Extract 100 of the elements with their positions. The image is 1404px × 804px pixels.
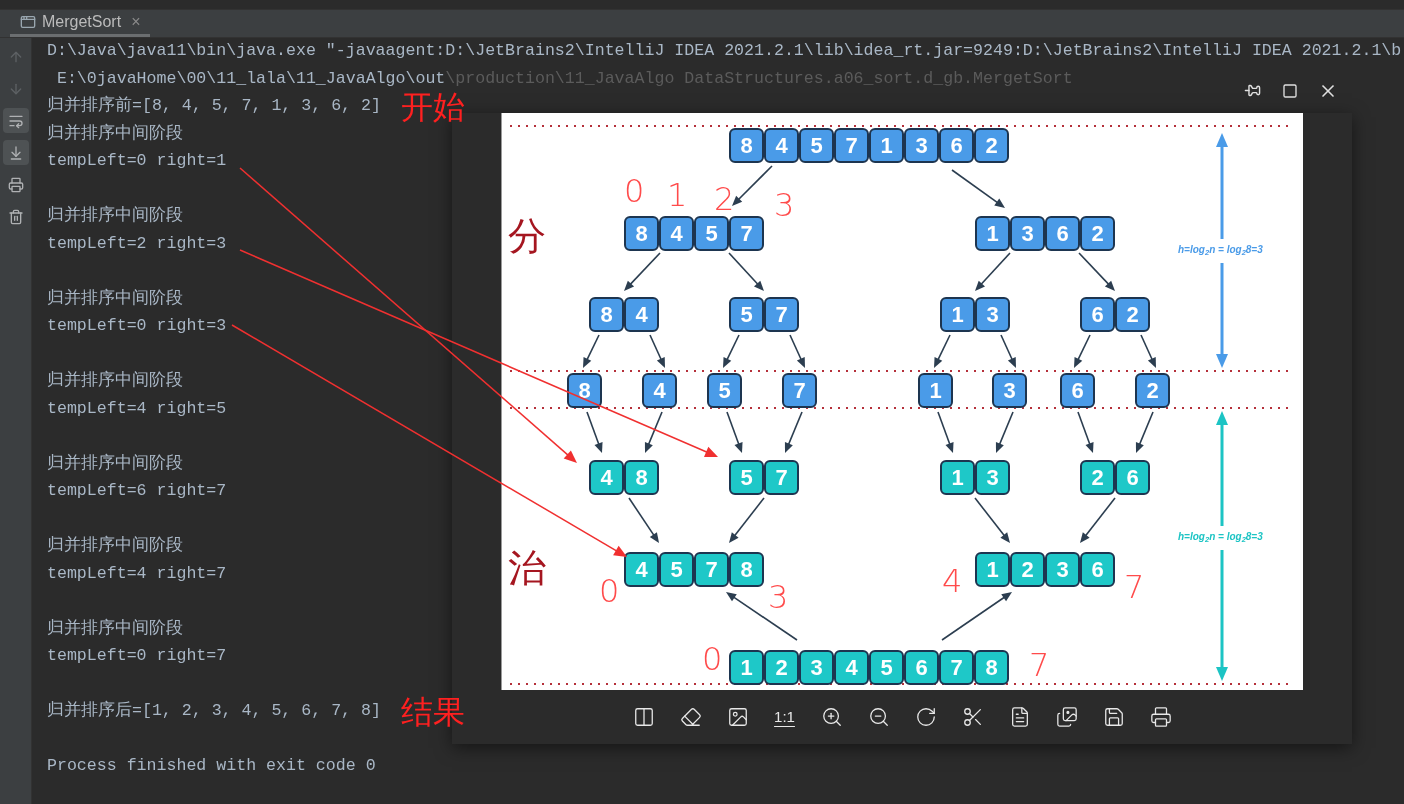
height-formula: h=log$_{2}$n = log$_{2}$8=3 [1178,245,1263,255]
array-cell: 3 [975,460,1010,495]
annotation-text: 开始 [400,90,465,123]
tree-arrow [1074,334,1091,368]
array-cell: 6 [1045,216,1080,251]
tree-arrow [951,169,1005,208]
array-cell: 5 [659,552,694,587]
tab-title: MergetSort [42,12,122,32]
tree-arrow [995,411,1014,453]
array-cell: 2 [1135,373,1170,408]
array-cell: 4 [659,216,694,251]
console-tool-button[interactable] [2,108,29,133]
handwritten-number: 7 [1124,571,1145,603]
trash-icon [7,208,24,225]
tree-arrow [728,252,764,291]
array-cell: 5 [869,650,904,685]
tree-arrow [789,334,805,368]
tab-close[interactable]: × [131,10,141,34]
console-line: 归并排序中间阶段 [47,369,183,393]
array-cell: 3 [1045,552,1080,587]
tree-arrow [974,497,1010,543]
tree-arrow [729,497,765,543]
handwritten-number: 7 [1029,649,1050,681]
merge-label: 治 [508,549,546,587]
array-cell: 4 [624,297,659,332]
tree-arrow [941,592,1012,641]
array-cell: 1 [975,552,1010,587]
array-cell: 8 [729,552,764,587]
tree-arrow [628,497,659,543]
console-line: tempLeft=0 right=7 [47,645,227,668]
rotate-icon [914,706,937,728]
handwritten-number: 0 [599,575,620,607]
handwritten-number: 2 [714,183,735,215]
handwritten-number: 4 [942,565,963,597]
array-cell: 3 [992,373,1027,408]
array-cell: 2 [1010,552,1045,587]
tree-arrow [975,252,1011,291]
tree-arrow [1080,497,1116,543]
tree-arrow [1135,411,1154,453]
array-cell: 1 [940,460,975,495]
array-cell: 5 [729,460,764,495]
handwritten-number: 0 [624,175,645,207]
tree-arrow [1078,252,1115,291]
array-cell: 8 [624,216,659,251]
array-cell: 7 [694,552,729,587]
tree-arrow [1077,411,1094,453]
tree-arrow [937,411,954,453]
console-line: 归并排序后=[1, 2, 3, 4, 5, 6, 7, 8] [47,699,381,723]
array-cell: 2 [764,650,799,685]
console-tool-button[interactable] [2,140,29,165]
array-cell: 6 [1080,297,1115,332]
array-cell: 3 [799,650,834,685]
array-cell: 8 [567,373,602,408]
array-cell: 4 [624,552,659,587]
tree-arrow [649,334,665,368]
actual-size-button[interactable]: 1:1 [768,701,801,733]
compare-icon [632,706,655,728]
tree-arrow [1140,334,1156,368]
array-cell: 7 [764,460,799,495]
pin-icon [1243,82,1261,99]
array-cell: 2 [974,128,1009,163]
console-line: tempLeft=0 right=3 [47,315,227,338]
array-cell: 5 [729,297,764,332]
tree-arrow [586,411,603,453]
tree-arrow [784,411,803,453]
array-cell: 3 [1010,216,1045,251]
run-tab[interactable]: MergetSort × [10,10,151,37]
array-cell: 8 [624,460,659,495]
array-cell: 4 [834,650,869,685]
array-cell: 5 [707,373,742,408]
images-icon [1055,706,1078,728]
array-cell: 6 [1115,460,1150,495]
tree-arrow [934,334,951,368]
maximize-icon [1282,82,1298,99]
array-cell: 2 [1115,297,1150,332]
array-cell: 5 [694,216,729,251]
array-cell: 6 [1060,373,1095,408]
array-cell: 3 [975,297,1010,332]
save-icon [1102,706,1125,728]
tree-arrow [583,334,600,368]
array-cell: 6 [1080,552,1115,587]
array-cell: 7 [764,297,799,332]
array-cell: 7 [939,650,974,685]
array-cell: 7 [834,128,869,163]
console-line: tempLeft=6 right=7 [47,480,227,503]
height-formula: h=log$_{2}$n = log$_{2}$8=3 [1178,532,1263,542]
array-cell: 1 [940,297,975,332]
array-cell: 2 [1080,460,1115,495]
print-icon [1149,706,1172,728]
console-line: 归并排序中间阶段 [47,452,183,475]
console-line: tempLeft=2 right=3 [47,232,227,255]
array-cell: 1 [918,373,953,408]
handwritten-number: 1 [667,179,688,211]
array-cell: 4 [642,373,677,408]
console-line: 归并排序中间阶段 [47,287,183,310]
console-line: tempLeft=0 right=1 [47,150,227,173]
image-icon [726,706,749,728]
console-line: D:\Java\java11\bin\java.exe "-javaagent:D:\JetBrains2\IntelliJ IDEA 2021.2.1\lib\idea_rt.jar=9249:D:\JetBrains2\IntelliJ IDEA 2021.2.1\b [47,40,1402,63]
zoom-in-icon [820,706,843,728]
array-cell: 1 [729,650,764,685]
